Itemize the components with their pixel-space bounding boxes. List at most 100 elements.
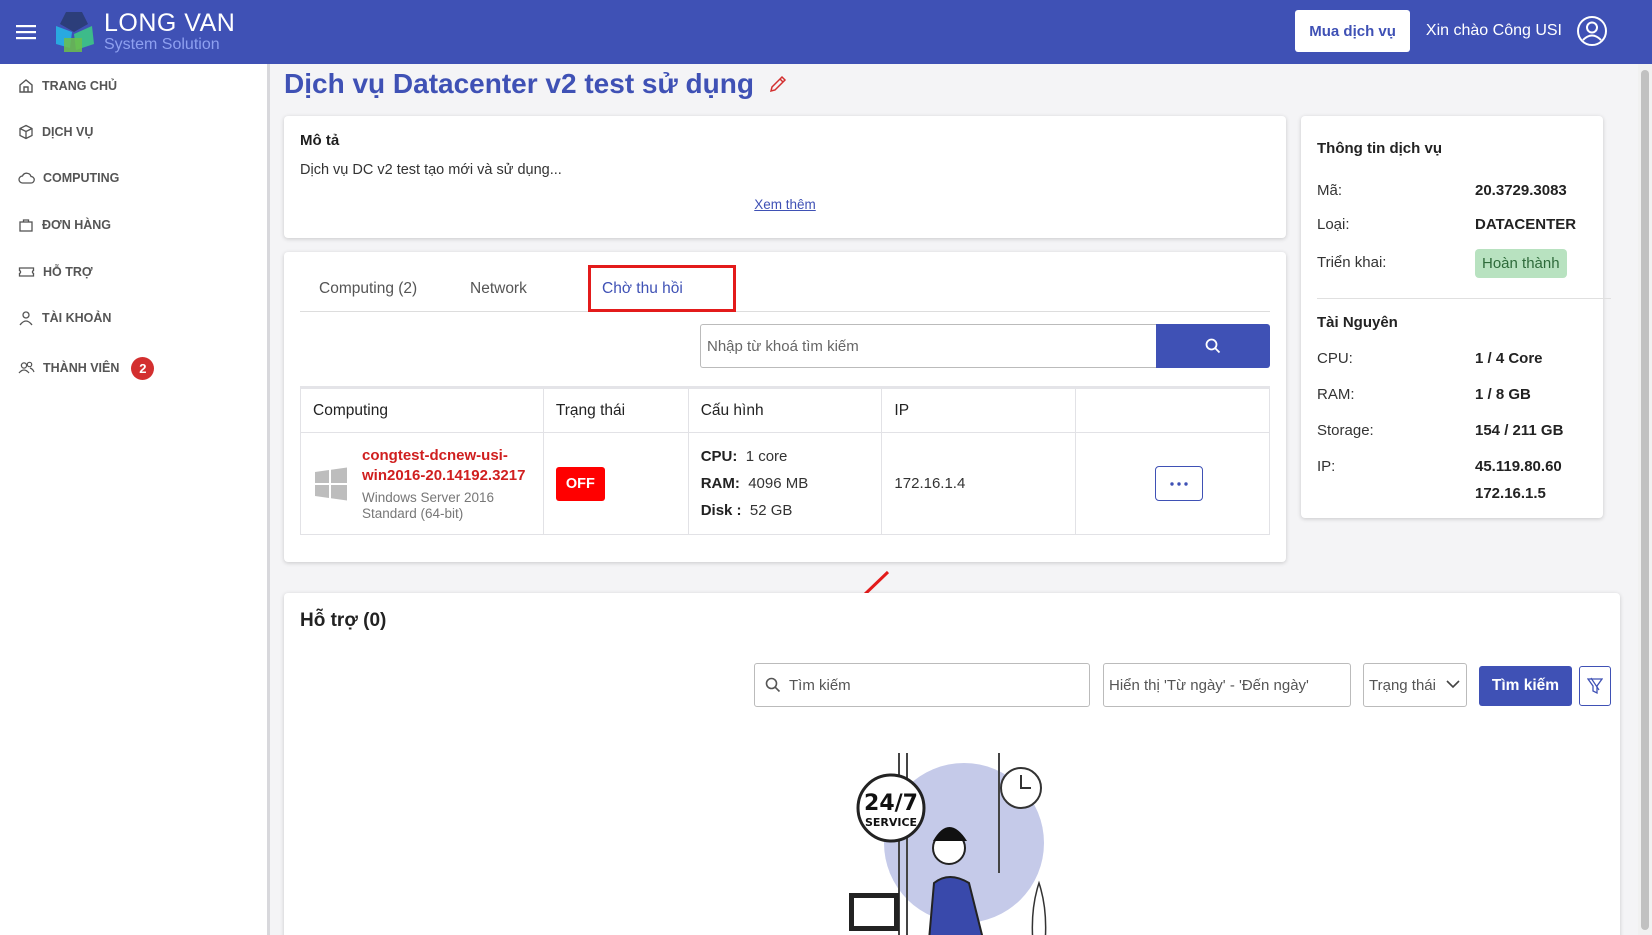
user-icon <box>19 311 33 326</box>
support-search-button[interactable]: Tìm kiếm <box>1479 666 1572 706</box>
logo-subtitle: System Solution <box>104 36 220 53</box>
scrollbar-thumb[interactable] <box>1641 70 1649 930</box>
column-header-config: Cấu hình <box>687 387 883 433</box>
users-icon <box>18 361 35 374</box>
cpu-usage-value: 1 / 4 Core <box>1475 350 1543 367</box>
resources-card: Computing (2) Network Chờ thu hồi Comput… <box>284 252 1286 628</box>
computing-table: Computing Trạng thái Cấu hình IP congtes… <box>300 386 1270 535</box>
description-card: Mô tả Dịch vụ DC v2 test tạo mới và sử d… <box>284 116 1286 238</box>
edit-pencil-icon[interactable] <box>768 74 788 94</box>
vm-name-link[interactable]: congtest-dcnew-usi-win2016-20.14192.3217 <box>362 446 543 486</box>
table-row[interactable]: congtest-dcnew-usi-win2016-20.14192.3217… <box>300 432 1270 535</box>
column-header-status: Trạng thái <box>542 387 689 433</box>
cloud-icon <box>18 172 35 184</box>
sidebar-item-computing[interactable]: COMPUTING <box>18 166 119 190</box>
sidebar-item-home[interactable]: TRANG CHỦ <box>18 74 117 98</box>
ellipsis-icon <box>1169 481 1188 486</box>
cpu-value: 1 core <box>745 448 788 465</box>
storage-usage-value: 154 / 211 GB <box>1475 422 1564 439</box>
code-label: Mã: <box>1317 182 1343 199</box>
sidebar: TRANG CHỦ DỊCH VỤ COMPUTING ĐƠN HÀNG HỖ … <box>0 64 270 935</box>
ram-usage-value: 1 / 8 GB <box>1475 386 1531 403</box>
public-ip-value: 45.119.80.60 <box>1475 458 1562 475</box>
resource-title: Tài Nguyên <box>1317 314 1398 331</box>
search-icon <box>765 677 781 693</box>
ram-value: 4096 MB <box>748 475 809 492</box>
type-value: DATACENTER <box>1475 216 1577 233</box>
disk-value: 52 GB <box>749 502 793 519</box>
support-247-illustration: 24/7 SERVICE <box>849 753 1047 935</box>
storage-label: Storage: <box>1317 422 1374 439</box>
vm-os-text: Windows Server 2016 Standard (64-bit) <box>362 489 495 521</box>
members-count-badge: 2 <box>131 356 155 380</box>
sidebar-item-label: THÀNH VIÊN <box>43 361 120 375</box>
sidebar-item-label: TRANG CHỦ <box>42 79 117 93</box>
logo-mark-icon <box>56 12 94 52</box>
greeting-text: Xin chào Công USI <box>1425 22 1562 39</box>
filter-button[interactable] <box>1579 666 1611 706</box>
cpu-label: CPU: <box>1317 350 1353 367</box>
see-more-link[interactable]: Xem thêm <box>284 197 1286 212</box>
buy-service-button[interactable]: Mua dịch vụ <box>1295 10 1410 52</box>
status-select-label: Trạng thái <box>1369 676 1436 694</box>
support-title: Hỗ trợ (0) <box>300 610 387 631</box>
sidebar-item-label: COMPUTING <box>43 171 120 185</box>
tab-bar: Computing (2) Network Chờ thu hồi <box>300 252 1270 312</box>
search-button[interactable] <box>1156 324 1270 368</box>
hamburger-icon <box>16 25 36 40</box>
tab-network[interactable]: Network <box>470 280 527 298</box>
ram-label: RAM: <box>1317 386 1355 403</box>
ip-value: 172.16.1.4 <box>894 475 966 492</box>
menu-button[interactable] <box>0 0 52 64</box>
sidebar-item-label: DỊCH VỤ <box>42 125 94 139</box>
code-value: 20.3729.3083 <box>1475 182 1567 199</box>
cpu-label: CPU: <box>700 448 738 465</box>
date-range-input[interactable] <box>1103 663 1351 707</box>
page-scrollbar[interactable] <box>1638 64 1652 935</box>
sidebar-item-account[interactable]: TÀI KHOẢN <box>18 306 111 330</box>
account-avatar-icon[interactable] <box>1576 15 1608 47</box>
illustration-service-text: SERVICE <box>865 816 917 829</box>
brand-logo[interactable]: LONG VAN System Solution <box>52 0 235 64</box>
sidebar-item-label: ĐƠN HÀNG <box>42 218 111 232</box>
table-header-row: Computing Trạng thái Cấu hình IP <box>300 387 1270 433</box>
info-divider <box>1317 298 1611 299</box>
search-bar <box>700 324 1270 368</box>
chevron-down-icon <box>1446 680 1460 689</box>
page-title: Dịch vụ Datacenter v2 test sử dụng <box>284 68 788 100</box>
sidebar-item-label: HỖ TRỢ <box>43 265 93 279</box>
status-badge: OFF <box>555 466 605 501</box>
sidebar-item-support[interactable]: HỖ TRỢ <box>18 260 93 284</box>
support-card: Hỗ trợ (0) Trạng thái Tìm kiếm 24/7 SERV… <box>284 593 1620 935</box>
sidebar-item-label: TÀI KHOẢN <box>42 311 112 325</box>
page-title-text: Dịch vụ Datacenter v2 test sử dụng <box>284 68 754 99</box>
support-search-input[interactable] <box>789 676 1069 694</box>
description-text: Dịch vụ DC v2 test tạo mới và sử dụng... <box>300 162 562 178</box>
bag-icon <box>19 219 33 232</box>
support-search-box[interactable] <box>754 663 1090 707</box>
deploy-label: Triển khai: <box>1317 254 1387 271</box>
ip-label: IP: <box>1317 458 1336 475</box>
disk-label: Disk : <box>700 502 742 519</box>
private-ip-value: 172.16.1.5 <box>1475 485 1546 502</box>
home-icon <box>19 79 33 93</box>
illustration-247-text: 24/7 <box>864 791 918 816</box>
search-icon <box>1205 338 1221 354</box>
ticket-icon <box>18 267 35 277</box>
sidebar-item-orders[interactable]: ĐƠN HÀNG <box>18 213 111 237</box>
tab-computing[interactable]: Computing (2) <box>319 280 417 298</box>
status-select[interactable]: Trạng thái <box>1363 663 1467 707</box>
sidebar-item-members[interactable]: THÀNH VIÊN 2 <box>18 356 155 380</box>
more-actions-button[interactable] <box>1154 466 1203 501</box>
description-label: Mô tả <box>300 132 340 149</box>
filter-icon <box>1587 677 1603 695</box>
type-label: Loại: <box>1317 216 1350 233</box>
annotation-highlight-box <box>588 265 736 312</box>
box-icon <box>19 124 33 140</box>
windows-logo-icon <box>315 467 347 500</box>
sidebar-item-services[interactable]: DỊCH VỤ <box>18 120 93 144</box>
ram-label: RAM: <box>700 475 740 492</box>
service-info-card: Thông tin dịch vụ Mã: 20.3729.3083 Loại:… <box>1301 116 1611 518</box>
column-header-actions <box>1075 387 1270 433</box>
search-input[interactable] <box>700 324 1156 368</box>
